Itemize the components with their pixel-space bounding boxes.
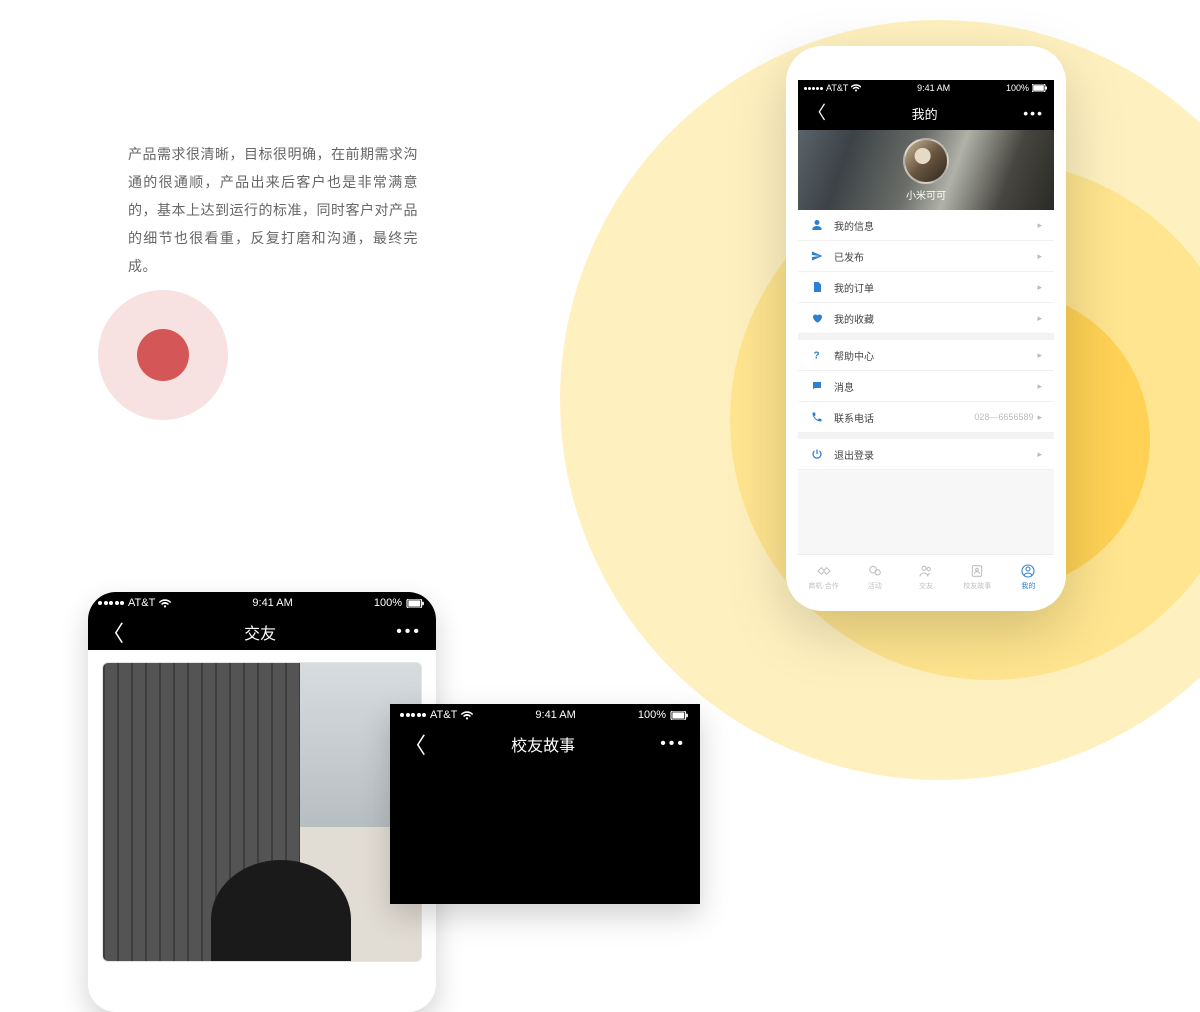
menu-row-doc[interactable]: 我的订单▸	[798, 272, 1054, 303]
tab-chat[interactable]: 活动	[849, 555, 900, 599]
battery-icon	[670, 711, 690, 720]
tab-handshake[interactable]: 商机·合作	[798, 555, 849, 599]
battery-label: 100%	[374, 597, 402, 609]
nav-title: 校友故事	[511, 732, 575, 756]
menu-row-heart[interactable]: 我的收藏▸	[798, 303, 1054, 334]
nav-bar: 〈 交友 •••	[88, 614, 436, 650]
menu-label: 退出登录	[834, 447, 1037, 462]
chevron-right-icon: ▸	[1037, 412, 1042, 423]
chat-icon	[867, 563, 883, 579]
chevron-right-icon: ▸	[1037, 381, 1042, 392]
user-icon	[810, 218, 824, 232]
help-icon: ?	[810, 348, 824, 362]
tab-label: 交友	[919, 581, 933, 591]
chevron-right-icon: ▸	[1037, 313, 1042, 324]
more-button[interactable]: •••	[396, 623, 422, 641]
menu-label: 联系电话	[834, 410, 974, 425]
tab-me[interactable]: 我的	[1003, 555, 1054, 599]
chevron-right-icon: ▸	[1037, 350, 1042, 361]
back-button[interactable]: 〈	[808, 104, 826, 122]
wifi-icon	[851, 84, 861, 92]
nav-title: 我的	[912, 104, 938, 123]
time-label: 9:41 AM	[535, 709, 575, 721]
menu-label: 帮助中心	[834, 348, 1037, 363]
nav-bar: 〈 校友故事 •••	[390, 726, 700, 762]
status-bar: AT&T 9:41 AM 100%	[798, 80, 1054, 96]
menu-row-help[interactable]: ? 帮助中心▸	[798, 340, 1054, 371]
phone-mockup-friends: AT&T 9:41 AM 100% 〈 交友 •••	[88, 592, 436, 1012]
carrier-label: AT&T	[128, 597, 155, 609]
handshake-icon	[816, 563, 832, 579]
send-icon	[810, 249, 824, 263]
doc-icon	[810, 280, 824, 294]
me-icon	[1020, 563, 1036, 579]
time-label: 9:41 AM	[917, 83, 950, 93]
battery-label: 100%	[1006, 83, 1029, 93]
nav-bar: 〈 我的 •••	[798, 96, 1054, 130]
wifi-icon	[159, 599, 171, 608]
svg-text:?: ?	[814, 351, 820, 362]
carrier-label: AT&T	[430, 709, 457, 721]
phone-icon	[810, 410, 824, 424]
battery-icon	[406, 599, 426, 608]
menu-row-msg[interactable]: 消息▸	[798, 371, 1054, 402]
tab-label: 商机·合作	[808, 581, 838, 591]
tab-label: 活动	[868, 581, 882, 591]
chevron-right-icon: ▸	[1037, 220, 1042, 231]
menu-label: 我的订单	[834, 280, 1037, 295]
profile-hero[interactable]: 小米可可	[798, 130, 1054, 210]
back-button[interactable]: 〈	[404, 728, 426, 760]
more-button[interactable]: •••	[660, 735, 686, 753]
people-icon	[918, 563, 934, 579]
tab-label: 我的	[1021, 581, 1035, 591]
heart-icon	[810, 311, 824, 325]
tab-people[interactable]: 交友	[900, 555, 951, 599]
product-description: 产品需求很清晰，目标很明确，在前期需求沟通的很通顺，产品出来后客户也是非常满意的…	[128, 140, 418, 280]
phone-mockup-profile: AT&T 9:41 AM 100% 〈 我的 ••• 小米可可 我的信息▸已发布…	[786, 46, 1066, 611]
tab-bar: 商机·合作 活动 交友 校友故事 我的	[798, 554, 1054, 599]
msg-icon	[810, 379, 824, 393]
accent-dot	[98, 290, 228, 420]
carrier-label: AT&T	[826, 83, 848, 93]
tab-label: 校友故事	[963, 581, 991, 591]
back-button[interactable]: 〈	[102, 616, 124, 648]
menu-extra: 028—6656589	[974, 412, 1033, 422]
menu-row-user[interactable]: 我的信息▸	[798, 210, 1054, 241]
chevron-right-icon: ▸	[1037, 251, 1042, 262]
menu-row-phone[interactable]: 联系电话028—6656589 ▸	[798, 402, 1054, 433]
friend-card-image[interactable]	[102, 662, 422, 962]
chevron-right-icon: ▸	[1037, 282, 1042, 293]
battery-icon	[1032, 84, 1048, 92]
status-bar: AT&T 9:41 AM 100%	[88, 592, 436, 614]
user-name: 小米可可	[906, 187, 946, 202]
badge-icon	[969, 563, 985, 579]
tab-badge[interactable]: 校友故事	[952, 555, 1003, 599]
phone-mockup-stories: AT&T 9:41 AM 100% 〈 校友故事 •••	[390, 704, 700, 904]
chevron-right-icon: ▸	[1037, 449, 1042, 460]
menu-label: 我的信息	[834, 218, 1037, 233]
power-icon	[810, 447, 824, 461]
time-label: 9:41 AM	[252, 597, 292, 609]
wifi-icon	[461, 711, 473, 720]
more-button[interactable]: •••	[1023, 105, 1044, 121]
menu-row-send[interactable]: 已发布▸	[798, 241, 1054, 272]
menu-label: 已发布	[834, 249, 1037, 264]
status-bar: AT&T 9:41 AM 100%	[390, 704, 700, 726]
nav-title: 交友	[244, 620, 276, 644]
menu-row-power[interactable]: 退出登录▸	[798, 439, 1054, 470]
menu-label: 消息	[834, 379, 1037, 394]
battery-label: 100%	[638, 709, 666, 721]
menu-label: 我的收藏	[834, 311, 1037, 326]
avatar[interactable]	[903, 138, 949, 184]
